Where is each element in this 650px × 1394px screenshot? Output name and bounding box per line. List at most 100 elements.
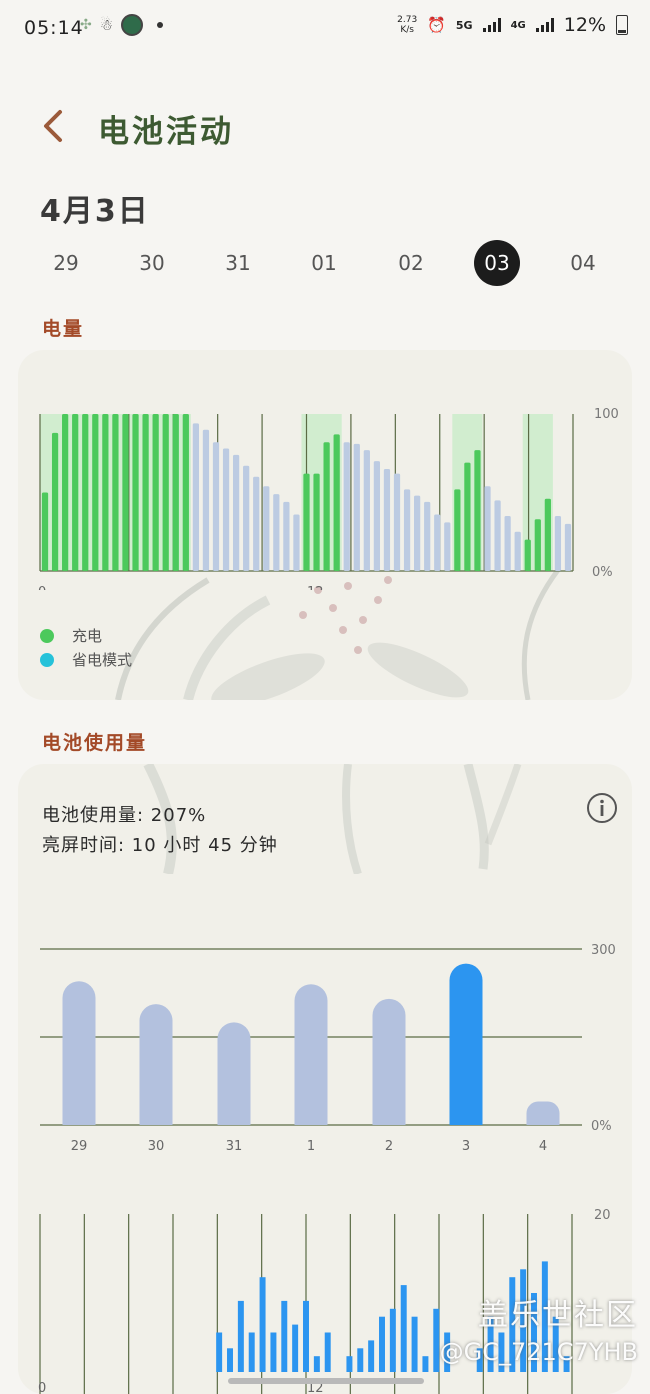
daily-usage-bar	[294, 984, 328, 1125]
hourly-usage-bar	[433, 1308, 440, 1372]
battery-level-bar	[333, 434, 340, 571]
date-item-29[interactable]: 29	[43, 240, 89, 286]
more-notifications-dot	[157, 22, 164, 28]
y-tick-label-top: 100	[594, 407, 619, 422]
battery-level-chart[interactable]: 100 0% 0 12	[18, 350, 632, 590]
hourly-usage-bar	[227, 1348, 233, 1372]
battery-level-bar	[182, 414, 189, 571]
battery-level-label: 电量	[42, 318, 85, 340]
network-type: 5G	[455, 18, 473, 32]
sparkle-icon: ✣	[80, 17, 92, 33]
date-item-02[interactable]: 02	[388, 240, 434, 286]
battery-level-bar	[263, 486, 270, 571]
chevron-left-icon	[44, 110, 62, 142]
battery-level-bar	[273, 494, 280, 571]
hourly-usage-bar	[379, 1316, 385, 1372]
date-item-30[interactable]: 30	[129, 240, 175, 286]
battery-level-bar	[253, 476, 260, 571]
battery-level-bar	[92, 414, 99, 571]
battery-level-bar	[403, 489, 411, 571]
battery-level-bar	[162, 414, 169, 571]
info-icon	[587, 793, 617, 823]
daily-usage-bar	[449, 963, 483, 1125]
battery-level-bar	[172, 414, 179, 571]
status-icons-right: 2.73 K/s ⏰ 5G 4G 12%	[397, 14, 628, 36]
hourly-y-tick-top: 20	[594, 1208, 611, 1223]
battery-level-bar	[424, 501, 431, 571]
date-selector: 29 30 31 01 02 03 04	[0, 240, 650, 288]
home-indicator[interactable]	[228, 1378, 424, 1384]
status-bar: 05:14 ✣ ☃ 2.73 K/s ⏰ 5G 4G 12%	[0, 0, 650, 60]
hourly-usage-bar	[389, 1308, 396, 1372]
date-item-03[interactable]: 03	[474, 240, 520, 286]
hourly-usage-bar	[303, 1300, 309, 1372]
legend-charging: 充电	[40, 625, 102, 646]
battery-level-bar	[524, 539, 531, 571]
battery-level-bar	[152, 414, 159, 571]
battery-level-bar	[122, 414, 129, 571]
legend-power-saving-label: 省电模式	[72, 651, 133, 669]
daily-y-tick-bottom: 0%	[591, 1119, 612, 1134]
selected-date-title: 4月3日	[40, 194, 150, 229]
battery-level-bar	[393, 473, 401, 571]
date-item-31[interactable]: 31	[215, 240, 261, 286]
battery-level-bar	[464, 462, 471, 571]
daily-usage-bar	[372, 998, 406, 1125]
daily-x-label: 29	[71, 1139, 88, 1154]
battery-level-bar	[232, 454, 240, 571]
daily-usage-bar	[217, 1022, 251, 1125]
date-item-04[interactable]: 04	[560, 240, 606, 286]
hourly-usage-bar	[346, 1356, 353, 1372]
battery-level-bar	[283, 501, 290, 571]
daily-y-tick-top: 300	[591, 943, 616, 958]
hourly-usage-bar	[237, 1300, 244, 1372]
battery-level-bar	[202, 429, 210, 571]
daily-x-label: 2	[385, 1139, 393, 1154]
net-speed-value: 2.73	[397, 15, 418, 25]
battery-level-bar	[514, 531, 521, 571]
hourly-usage-bar	[411, 1316, 418, 1372]
battery-icon	[616, 15, 628, 35]
notification-icons: ✣ ☃	[80, 14, 164, 36]
daily-x-label: 4	[539, 1139, 547, 1154]
battery-level-bar	[51, 432, 59, 571]
hourly-usage-bar	[324, 1332, 331, 1372]
status-time: 05:14	[24, 17, 84, 39]
hourly-usage-bar	[259, 1277, 266, 1372]
battery-level-bar	[484, 486, 491, 571]
battery-level-bar	[293, 514, 300, 571]
battery-level-bar	[303, 473, 310, 571]
battery-level-bar	[414, 495, 421, 571]
battery-level-bar	[363, 450, 370, 571]
watermark-title: 盖乐世社区	[478, 1298, 638, 1333]
avatar-icon	[121, 14, 144, 36]
net-speed-unit: K/s	[400, 25, 414, 35]
daily-usage-chart[interactable]: 29 30 31 1 2 3 4 300 0%	[0, 930, 650, 1160]
battery-level-bar	[383, 468, 391, 571]
battery-level-bar	[313, 473, 320, 571]
date-item-01[interactable]: 01	[301, 240, 347, 286]
legend-charging-label: 充电	[72, 627, 103, 645]
info-button[interactable]	[585, 791, 619, 825]
signal-icon	[482, 18, 501, 32]
battery-level-bar	[534, 519, 541, 571]
back-button[interactable]	[36, 106, 72, 146]
battery-level-bar	[132, 414, 139, 571]
battery-level-bar	[504, 516, 511, 571]
y-tick-label-bottom: 0%	[592, 565, 613, 580]
battery-level-bar	[544, 498, 551, 571]
daily-x-label: 3	[462, 1139, 470, 1154]
daily-x-label: 30	[148, 1139, 165, 1154]
hourly-usage-bar	[216, 1332, 223, 1372]
signal-icon-2	[535, 18, 554, 32]
battery-level-bar	[222, 448, 230, 571]
battery-level-bar	[353, 443, 360, 571]
screen-time-text: 亮屏时间: 10 小时 45 分钟	[42, 835, 278, 856]
battery-level-bar	[474, 450, 481, 571]
battery-level-bar	[212, 442, 220, 571]
battery-level-bar	[373, 461, 381, 571]
battery-level-bar	[494, 500, 501, 571]
battery-level-bar	[243, 465, 250, 571]
daily-x-label: 1	[307, 1139, 315, 1154]
legend-charging-dot	[40, 628, 54, 643]
